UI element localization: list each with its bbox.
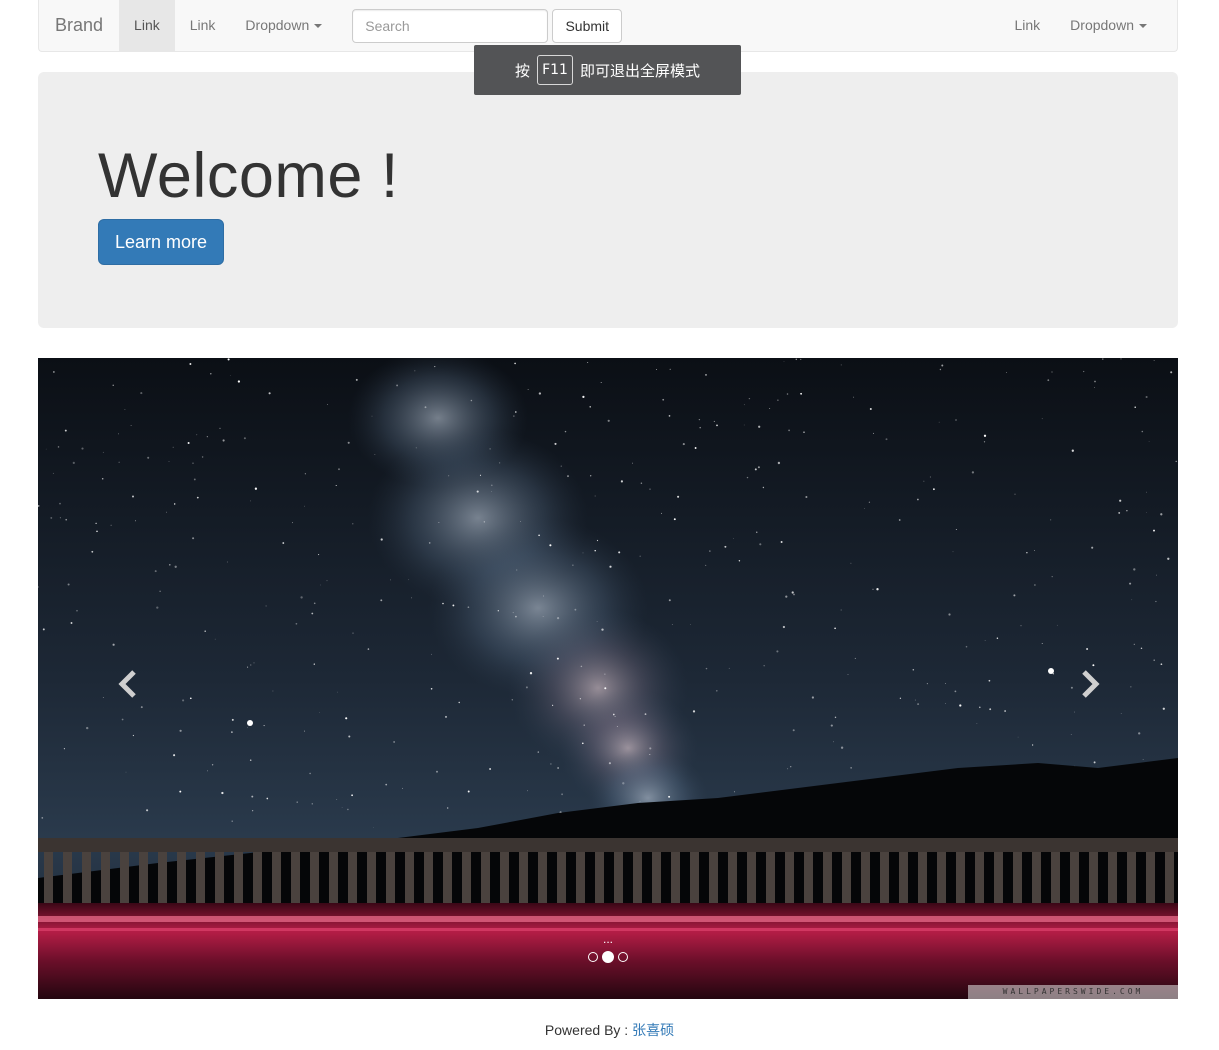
toast-suffix: 即可退出全屏模式	[579, 61, 700, 80]
nav-link-1[interactable]: Link	[119, 0, 175, 51]
fullscreen-exit-toast: 按 F11 即可退出全屏模式	[474, 45, 741, 95]
carousel-indicators	[38, 951, 1178, 963]
nav-dropdown-left-label: Dropdown	[245, 17, 310, 33]
nav-dropdown-left[interactable]: Dropdown	[230, 0, 337, 51]
carousel-indicator-3[interactable]	[618, 952, 628, 962]
nav-link-right[interactable]: Link	[999, 0, 1055, 51]
footer-text: Powered By :	[544, 1022, 633, 1038]
toast-prefix: 按	[515, 61, 531, 80]
carousel-indicator-1[interactable]	[588, 952, 598, 962]
footer: Powered By : 张喜硕	[0, 1020, 1219, 1040]
carousel-slide-image	[38, 358, 1178, 999]
carousel-indicator-2[interactable]	[602, 951, 614, 963]
caret-down-icon	[314, 24, 323, 29]
jumbotron-heading: Welcome !	[98, 141, 399, 211]
carousel-caption: ...	[602, 932, 613, 946]
carousel: ... WALLPAPERSWIDE.COM	[38, 358, 1178, 999]
navbar-brand[interactable]: Brand	[39, 0, 119, 51]
jumbotron: Welcome ! Learn more	[38, 72, 1178, 328]
chevron-left-icon	[118, 670, 136, 698]
toast-key: F11	[537, 55, 573, 85]
nav-dropdown-right[interactable]: Dropdown	[1055, 0, 1162, 51]
nav-right: Link Dropdown	[999, 0, 1177, 51]
search-form: Submit	[352, 8, 623, 43]
footer-author-link[interactable]: 张喜硕	[632, 1022, 674, 1038]
caret-down-icon	[1139, 24, 1147, 29]
search-input[interactable]	[352, 8, 549, 43]
carousel-prev-button[interactable]	[108, 664, 148, 704]
learn-more-button[interactable]: Learn more	[98, 219, 224, 265]
chevron-right-icon	[1082, 670, 1100, 698]
watermark: WALLPAPERSWIDE.COM	[968, 985, 1178, 999]
carousel-next-button[interactable]	[1070, 664, 1110, 704]
nav-link-2[interactable]: Link	[175, 0, 231, 51]
nav-dropdown-right-label: Dropdown	[1070, 17, 1134, 33]
submit-button[interactable]: Submit	[552, 8, 623, 43]
